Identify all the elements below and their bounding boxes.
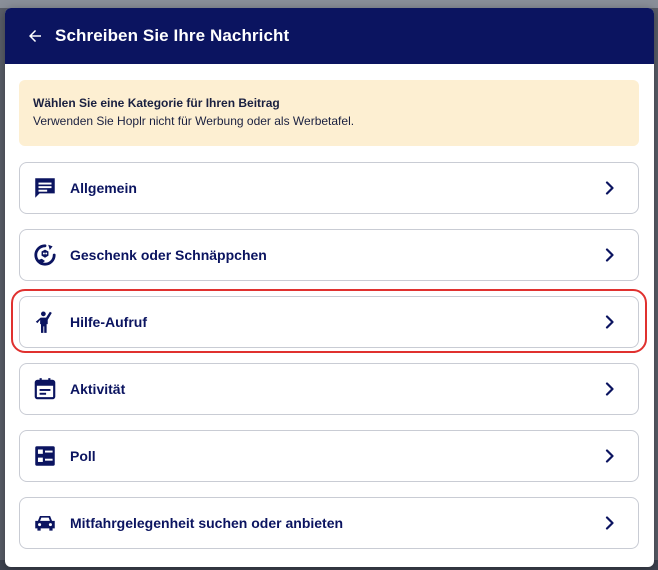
chevron-right-icon xyxy=(602,314,618,330)
category-poll[interactable]: Poll xyxy=(19,430,639,482)
calendar-icon xyxy=(32,376,58,402)
backdrop xyxy=(0,0,658,8)
arrow-left-icon[interactable] xyxy=(25,26,45,46)
notice-text: Verwenden Sie Hoplr nicht für Werbung od… xyxy=(33,114,355,128)
category-carpool[interactable]: Mitfahrgelegenheit suchen oder anbieten xyxy=(19,497,639,549)
dialog-title: Schreiben Sie Ihre Nachricht xyxy=(55,26,290,45)
category-label: Allgemein xyxy=(70,180,137,196)
category-label: Aktivität xyxy=(70,381,126,397)
poll-icon xyxy=(32,443,58,469)
chevron-right-icon xyxy=(602,247,618,263)
category-help-request[interactable]: Hilfe-Aufruf xyxy=(19,296,639,348)
car-icon xyxy=(32,510,58,536)
category-label: Poll xyxy=(70,448,96,464)
gift-deal-icon xyxy=(32,242,58,268)
category-general[interactable]: Allgemein xyxy=(19,162,639,214)
category-notice: Wählen Sie eine Kategorie für Ihren Beit… xyxy=(19,80,639,146)
category-label: Hilfe-Aufruf xyxy=(70,314,147,330)
chevron-right-icon xyxy=(602,515,618,531)
chevron-right-icon xyxy=(602,381,618,397)
chat-icon xyxy=(32,175,58,201)
notice-title: Wählen Sie eine Kategorie für Ihren Beit… xyxy=(33,96,280,110)
chevron-right-icon xyxy=(602,180,618,196)
compose-dialog: Schreiben Sie Ihre Nachricht Wählen Sie … xyxy=(5,8,654,567)
category-label: Geschenk oder Schnäppchen xyxy=(70,247,267,263)
category-label: Mitfahrgelegenheit suchen oder anbieten xyxy=(70,515,344,531)
chevron-right-icon xyxy=(602,448,618,464)
category-gift-deal[interactable]: Geschenk oder Schnäppchen xyxy=(19,229,639,281)
category-activity[interactable]: Aktivität xyxy=(19,363,639,415)
dialog-header: Schreiben Sie Ihre Nachricht xyxy=(5,8,654,64)
raised-hand-person-icon xyxy=(32,309,58,335)
